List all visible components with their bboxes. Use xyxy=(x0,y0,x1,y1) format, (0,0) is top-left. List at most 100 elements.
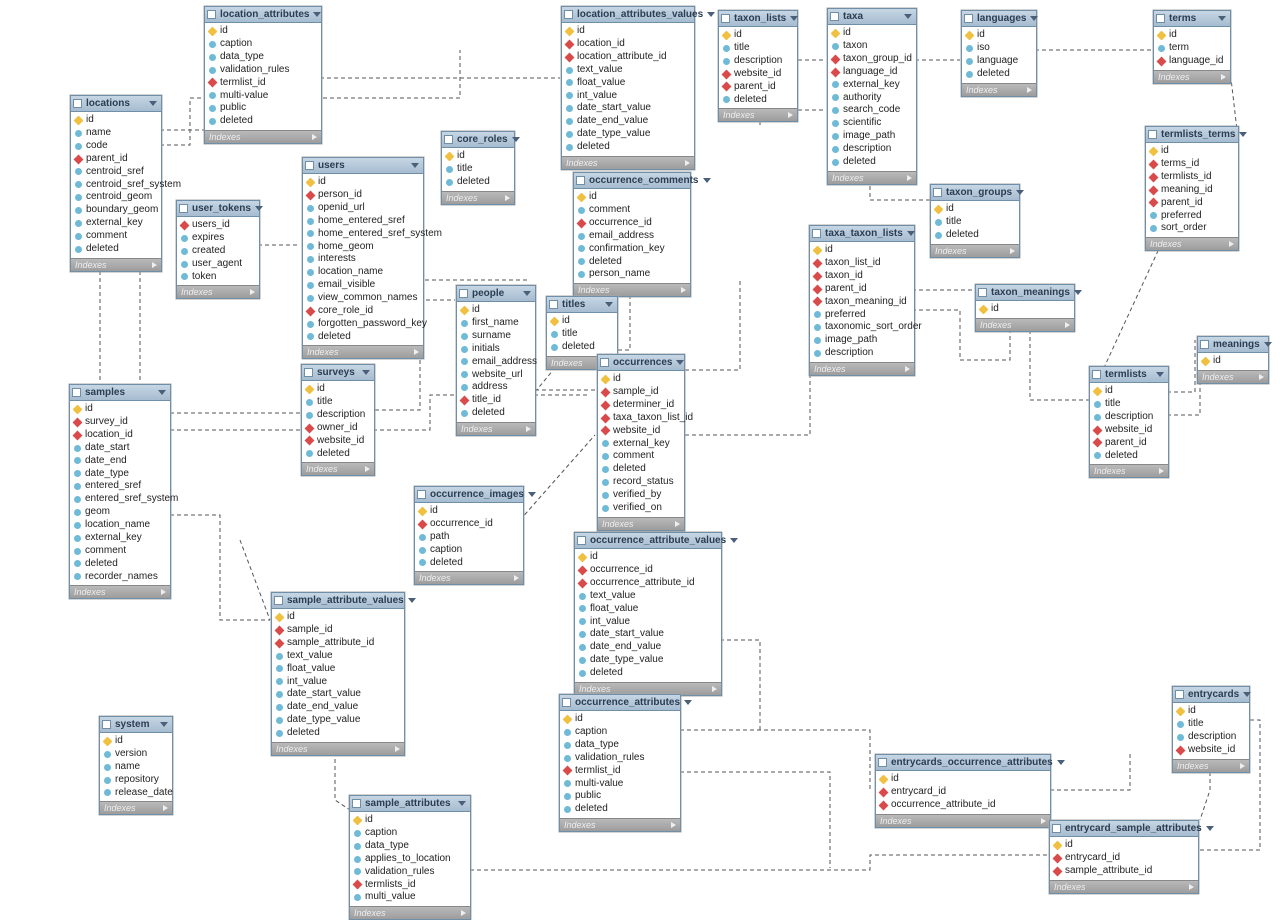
indexes-footer[interactable]: Indexes xyxy=(205,130,321,143)
table-languages[interactable]: languagesidisolanguagedeletedIndexes xyxy=(961,10,1037,97)
dropdown-icon[interactable] xyxy=(313,12,321,17)
table-header[interactable]: languages xyxy=(962,11,1036,27)
column-row[interactable]: deleted xyxy=(723,93,793,106)
indexes-footer[interactable]: Indexes xyxy=(719,108,797,121)
column-row[interactable]: deleted xyxy=(209,115,317,128)
column-row[interactable]: date_start_value xyxy=(579,628,717,641)
column-row[interactable]: occurrence_attribute_id xyxy=(579,577,717,590)
column-row[interactable]: int_value xyxy=(276,675,400,688)
column-row[interactable]: expires xyxy=(181,232,255,245)
column-row[interactable]: validation_rules xyxy=(354,866,466,879)
dropdown-icon[interactable] xyxy=(523,291,531,296)
indexes-footer[interactable]: Indexes xyxy=(1198,370,1268,383)
column-row[interactable]: email_visible xyxy=(307,279,419,292)
indexes-footer[interactable]: Indexes xyxy=(303,345,423,358)
collapse-icon[interactable] xyxy=(964,14,973,23)
column-row[interactable]: validation_rules xyxy=(564,752,676,765)
indexes-footer[interactable]: Indexes xyxy=(1154,70,1230,83)
table-occurrence_attributes[interactable]: occurrence_attributesidcaptiondata_typev… xyxy=(559,694,681,832)
column-row[interactable]: email_address xyxy=(578,230,686,243)
column-row[interactable]: comment xyxy=(602,450,680,463)
column-row[interactable]: date_end_value xyxy=(276,701,400,714)
collapse-icon[interactable] xyxy=(417,490,426,499)
table-header[interactable]: system xyxy=(100,717,172,733)
collapse-icon[interactable] xyxy=(1200,340,1209,349)
column-row[interactable]: deleted xyxy=(1094,449,1164,462)
table-header[interactable]: entrycard_sample_attributes xyxy=(1050,821,1198,837)
table-samples[interactable]: samplesidsurvey_idlocation_iddate_startd… xyxy=(69,384,171,599)
column-row[interactable]: id xyxy=(1177,705,1245,718)
column-row[interactable]: public xyxy=(209,102,317,115)
column-row[interactable]: deleted xyxy=(966,68,1032,81)
table-header[interactable]: users xyxy=(303,158,423,174)
column-row[interactable]: taxonomic_sort_order xyxy=(814,321,910,334)
collapse-icon[interactable] xyxy=(1148,130,1157,139)
column-row[interactable]: deleted xyxy=(446,176,510,189)
column-row[interactable]: multi-value xyxy=(209,89,317,102)
column-row[interactable]: date_start_value xyxy=(566,102,690,115)
column-row[interactable]: verified_on xyxy=(602,502,680,515)
dropdown-icon[interactable] xyxy=(1030,16,1038,21)
column-row[interactable]: description xyxy=(1094,411,1164,424)
column-row[interactable]: id xyxy=(104,735,168,748)
column-row[interactable]: text_value xyxy=(566,64,690,77)
column-row[interactable]: id xyxy=(74,403,166,416)
column-row[interactable]: home_geom xyxy=(307,240,419,253)
column-row[interactable]: recorder_names xyxy=(74,570,166,583)
column-row[interactable]: deleted xyxy=(306,447,370,460)
indexes-footer[interactable]: Indexes xyxy=(1173,759,1249,772)
column-row[interactable]: deleted xyxy=(75,243,157,256)
column-row[interactable]: occurrence_id xyxy=(579,564,717,577)
table-header[interactable]: termlists_terms xyxy=(1146,127,1238,143)
column-row[interactable]: id xyxy=(832,27,912,40)
column-row[interactable]: parent_id xyxy=(1094,437,1164,450)
column-row[interactable]: int_value xyxy=(566,89,690,102)
column-row[interactable]: users_id xyxy=(181,219,255,232)
column-row[interactable]: determiner_id xyxy=(602,399,680,412)
dropdown-icon[interactable] xyxy=(411,163,419,168)
dropdown-icon[interactable] xyxy=(907,231,915,236)
table-location_attributes_values[interactable]: location_attributes_valuesidlocation_idl… xyxy=(561,6,695,170)
column-row[interactable]: confirmation_key xyxy=(578,243,686,256)
column-row[interactable]: terms_id xyxy=(1150,158,1234,171)
collapse-icon[interactable] xyxy=(549,300,558,309)
collapse-icon[interactable] xyxy=(564,10,573,19)
table-terms[interactable]: termsidtermlanguage_idIndexes xyxy=(1153,10,1231,84)
column-row[interactable]: applies_to_location xyxy=(354,853,466,866)
column-row[interactable]: id xyxy=(966,29,1032,42)
column-row[interactable]: entrycard_id xyxy=(1054,852,1194,865)
collapse-icon[interactable] xyxy=(933,188,942,197)
column-row[interactable]: created xyxy=(181,245,255,258)
dropdown-icon[interactable] xyxy=(730,538,738,543)
column-row[interactable]: language_id xyxy=(1158,55,1226,68)
indexes-footer[interactable]: Indexes xyxy=(976,318,1074,331)
column-row[interactable]: website_id xyxy=(602,425,680,438)
column-row[interactable]: location_id xyxy=(74,429,166,442)
column-row[interactable]: survey_id xyxy=(74,416,166,429)
column-row[interactable]: name xyxy=(75,127,157,140)
column-row[interactable]: taxon_list_id xyxy=(814,257,910,270)
column-row[interactable]: title_id xyxy=(461,394,531,407)
column-row[interactable]: title xyxy=(551,328,613,341)
column-row[interactable]: core_role_id xyxy=(307,305,419,318)
collapse-icon[interactable] xyxy=(721,14,730,23)
indexes-footer[interactable]: Indexes xyxy=(350,906,470,919)
column-row[interactable]: text_value xyxy=(579,590,717,603)
column-row[interactable]: home_entered_sref xyxy=(307,215,419,228)
table-taxa[interactable]: taxaidtaxontaxon_group_idlanguage_idexte… xyxy=(827,8,917,185)
table-user_tokens[interactable]: user_tokensusers_idexpirescreateduser_ag… xyxy=(176,200,260,299)
column-row[interactable]: title xyxy=(306,396,370,409)
column-row[interactable]: sample_id xyxy=(276,624,400,637)
column-row[interactable]: id xyxy=(1202,355,1264,368)
column-row[interactable]: id xyxy=(75,114,157,127)
column-row[interactable]: id xyxy=(578,191,686,204)
indexes-footer[interactable]: Indexes xyxy=(1050,880,1198,893)
column-row[interactable]: description xyxy=(1177,731,1245,744)
column-row[interactable]: validation_rules xyxy=(209,64,317,77)
column-row[interactable]: meaning_id xyxy=(1150,184,1234,197)
column-row[interactable]: occurrence_id xyxy=(578,217,686,230)
table-occurrence_images[interactable]: occurrence_imagesidoccurrence_idpathcapt… xyxy=(414,486,524,585)
column-row[interactable]: id xyxy=(461,304,531,317)
table-entrycards_occurrence_attributes[interactable]: entrycards_occurrence_attributesidentryc… xyxy=(875,754,1051,828)
column-row[interactable]: parent_id xyxy=(723,81,793,94)
